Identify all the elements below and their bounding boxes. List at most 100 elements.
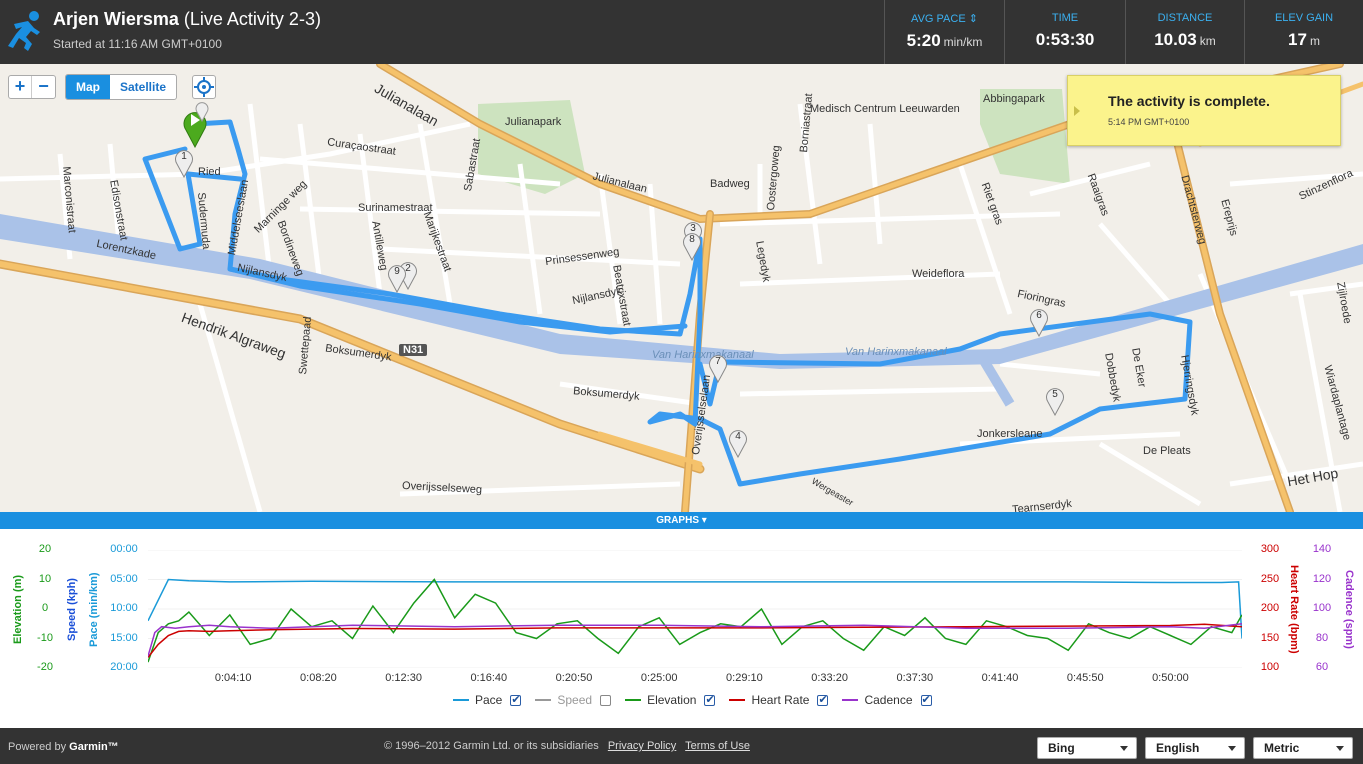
units-select[interactable]: Metric (1253, 737, 1353, 759)
zoom-out-button[interactable]: − (32, 76, 55, 98)
terms-of-use-link[interactable]: Terms of Use (685, 740, 750, 752)
chevron-down-icon (1228, 746, 1236, 751)
legend-label: Elevation (647, 693, 697, 707)
zoom-in-button[interactable]: + (9, 76, 33, 98)
stat-avg-pace[interactable]: AVG PACE ⇕ 5:20 min/km (884, 0, 1004, 64)
stat-label: AVG PACE ⇕ (911, 13, 978, 25)
lap-marker-label: 9 (394, 266, 400, 277)
activity-chart: 20 10 0 -10 -20 00:00 05:00 10:00 15:00 20:00 300 2… (0, 529, 1363, 728)
lap-marker-label: 4 (735, 431, 741, 442)
garmin-brand: Garmin™ (69, 741, 119, 753)
stat-label: TIME (1051, 12, 1079, 24)
x-axis-tick: 0:16:40 (470, 672, 508, 684)
stat-unit: min/km (943, 35, 983, 49)
x-axis-tick: 0:20:50 (555, 672, 593, 684)
speed-checkbox[interactable] (600, 694, 612, 706)
pace-axis-tick: 00:00 (110, 543, 138, 555)
stat-value: 5:20 (906, 31, 941, 50)
crosshair-icon (194, 77, 214, 97)
lap-marker-7[interactable]: 7 (708, 353, 728, 384)
pin-icon (195, 102, 209, 122)
language-select[interactable]: English (1145, 737, 1245, 759)
cadence-checkbox[interactable] (920, 693, 932, 706)
pace-axis-tick: 05:00 (110, 572, 138, 585)
notice-message: The activity is complete. (1108, 93, 1270, 109)
cadence-axis-tick: 140 (1312, 543, 1332, 555)
units-value: Metric (1264, 741, 1300, 755)
zoom-control: + − (8, 75, 56, 99)
legend-swatch (729, 699, 746, 701)
cadence-axis-tick: 100 (1312, 602, 1332, 614)
elevation-axis-tick: -10 (37, 631, 53, 644)
powered-label: Powered by (8, 741, 67, 753)
map-tab[interactable]: Map (66, 75, 110, 99)
chart-legend: Pace Speed Elevation Heart Rate Cadence (453, 693, 946, 707)
page-title: Arjen Wiersma (Live Activity 2-3) (53, 9, 321, 30)
elevation-axis-tick: -20 (37, 661, 53, 673)
lap-marker-1[interactable]: 1 (174, 148, 194, 179)
street-label: Jonkersleane (977, 428, 1043, 440)
legend-item-elevation: Elevation (625, 693, 721, 707)
elevation-axis-tick: 20 (38, 543, 52, 555)
legend-item-speed: Speed (535, 693, 617, 707)
privacy-policy-link[interactable]: Privacy Policy (608, 740, 676, 752)
x-axis-tick: 0:45:50 (1066, 672, 1104, 684)
x-axis-tick: 0:37:30 (896, 672, 934, 684)
footer-links: © 1996–2012 Garmin Ltd. or its subsidiar… (384, 740, 756, 752)
cadence-axis-title: Cadence (spm) (1343, 569, 1355, 649)
graphs-toggle-button[interactable]: GRAPHS ▾ (0, 512, 1363, 529)
pace-checkbox[interactable] (510, 693, 522, 706)
stat-elev-gain: ELEV GAIN 17 m (1244, 0, 1363, 64)
lap-marker-5[interactable]: 5 (1045, 386, 1065, 417)
road-shield: N31 (399, 344, 428, 356)
athlete-name: Arjen Wiersma (53, 9, 179, 29)
heart-rate-axis-tick: 100 (1260, 661, 1280, 673)
chart-plot-area[interactable] (148, 550, 1242, 668)
heart-rate-axis-tick: 250 (1260, 572, 1280, 585)
legend-label: Pace (475, 693, 503, 707)
pace-axis-tick: 10:00 (110, 602, 138, 614)
x-axis-tick: 0:12:30 (385, 672, 422, 684)
x-axis-tick: 0:41:40 (981, 672, 1019, 684)
heart-rate-axis-tick: 200 (1260, 602, 1280, 614)
street-label: Ried (198, 166, 221, 178)
satellite-tab[interactable]: Satellite (110, 75, 176, 99)
street-label: Surinamestraat (358, 202, 433, 214)
copyright: © 1996–2012 Garmin Ltd. or its subsidiar… (384, 740, 599, 752)
elevation-checkbox[interactable] (704, 693, 716, 706)
street-label: Badweg (710, 178, 750, 190)
lap-marker-9[interactable]: 9 (387, 263, 407, 294)
street-label: Weideflora (912, 268, 965, 280)
speed-axis-title: Speed (kph) (66, 577, 78, 641)
heart-rate-checkbox[interactable] (817, 693, 829, 706)
legend-item-heart-rate: Heart Rate (729, 693, 834, 707)
x-axis-tick: 0:50:00 (1152, 672, 1189, 684)
route-map[interactable]: Julianalaan Julianapark Medisch Centrum … (0, 64, 1363, 512)
map-provider-select[interactable]: Bing (1037, 737, 1137, 759)
lap-marker-4[interactable]: 4 (728, 428, 748, 459)
lap-marker-8[interactable]: 8 (682, 231, 702, 262)
legend-swatch (535, 699, 552, 701)
x-axis-tick: 0:29:10 (726, 672, 763, 684)
legend-swatch (453, 699, 469, 701)
runner-icon (8, 11, 40, 51)
series-elevation (148, 578, 1242, 663)
locate-button[interactable] (192, 75, 216, 99)
elevation-axis-tick: 10 (38, 572, 52, 585)
chevron-down-icon (1336, 746, 1344, 751)
heart-rate-axis-tick: 150 (1260, 631, 1280, 644)
heart-rate-axis-title: Heart Rate (bpm) (1288, 564, 1300, 654)
pace-axis-title: Pace (min/km) (88, 571, 100, 647)
stat-value: 17 (1288, 30, 1307, 49)
language-value: English (1156, 741, 1200, 755)
elevation-axis-tick: 0 (41, 602, 49, 614)
legend-label: Speed (557, 693, 593, 707)
canal-label: Van Harinxmakanaal (845, 346, 947, 358)
lap-marker-label: 6 (1036, 310, 1042, 321)
cadence-axis-tick: 80 (1315, 631, 1329, 644)
legend-label: Heart Rate (751, 693, 810, 707)
activity-complete-notice: The activity is complete. 5:14 PM GMT+01… (1067, 75, 1341, 146)
lap-marker-6[interactable]: 6 (1029, 307, 1049, 338)
lap-marker-label: 5 (1052, 389, 1058, 400)
lap-marker-label: 8 (689, 234, 695, 245)
